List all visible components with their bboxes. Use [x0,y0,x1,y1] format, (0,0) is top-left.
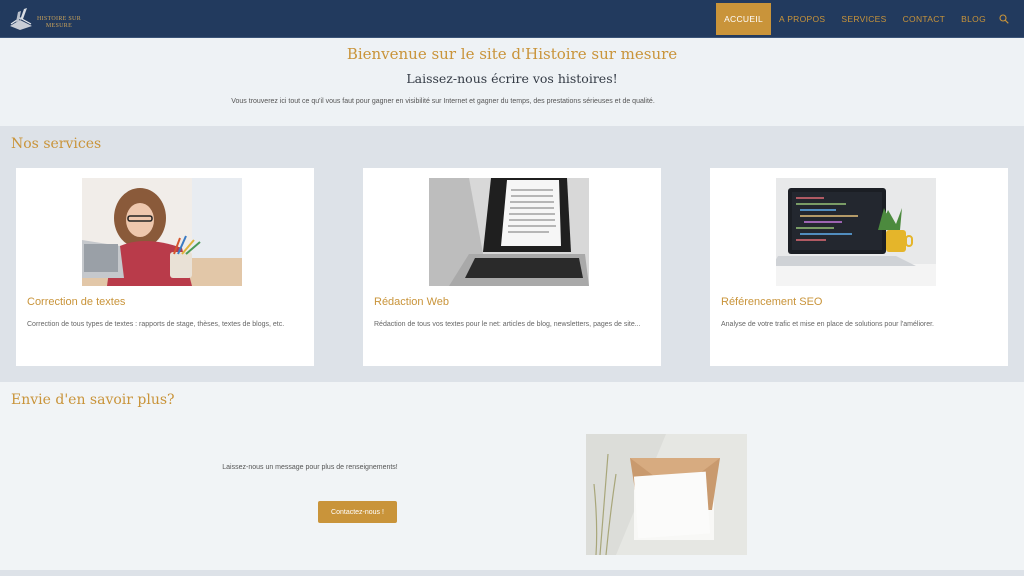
envelope-image [586,434,747,555]
hero-section: Bienvenue sur le site d'Histoire sur mes… [0,38,1024,126]
logo-line-1: HISTOIRE SUR [37,16,81,22]
service-card-title[interactable]: Rédaction Web [374,296,449,308]
menu-item-contact[interactable]: CONTACT [895,3,954,35]
service-card-title[interactable]: Correction de textes [27,296,125,308]
service-card-text: Correction de tous types de textes : rap… [27,321,285,328]
service-card-redaction[interactable]: Rédaction Web Rédaction de tous vos text… [363,168,661,366]
book-quill-logo-icon [10,8,32,30]
services-section: Nos services Correction de textes Correc… [0,126,1024,382]
laptop-code-image [776,178,936,286]
laptop-document-image [429,178,589,286]
woman-writing-image [82,178,242,286]
menu-item-blog[interactable]: BLOG [953,3,994,35]
site-logo[interactable]: HISTOIRE SUR MESURE [8,6,81,32]
service-card-seo[interactable]: Référencement SEO Analyse de votre trafi… [710,168,1008,366]
hero-title: Bienvenue sur le site d'Histoire sur mes… [346,45,678,63]
services-title: Nos services [11,136,102,152]
contact-title: Envie d'en savoir plus? [11,392,175,408]
menu-item-accueil[interactable]: ACCUEIL [716,3,772,35]
contact-text: Laissez-nous un message pour plus de ren… [222,464,398,471]
footer-strip [0,570,1024,576]
service-card-title[interactable]: Référencement SEO [721,296,823,308]
service-card-correction[interactable]: Correction de textes Correction de tous … [16,168,314,366]
logo-text: HISTOIRE SUR MESURE [34,16,84,30]
contact-button[interactable]: Contactez-nous ! [318,501,397,523]
top-navbar: HISTOIRE SUR MESURE ACCUEIL A PROPOS SER… [0,0,1024,38]
service-card-text: Analyse de votre trafic et mise en place… [721,321,935,328]
search-icon[interactable] [994,3,1014,35]
service-card-text: Rédaction de tous vos textes pour le net… [374,321,641,328]
hero-description: Vous trouverez ici tout ce qu'il vous fa… [231,98,655,105]
menu-item-a-propos[interactable]: A PROPOS [771,3,833,35]
menu-item-services[interactable]: SERVICES [833,3,894,35]
hero-subtitle: Laissez-nous écrire vos histoires! [406,71,618,86]
logo-line-2: MESURE [45,23,73,29]
main-menu: ACCUEIL A PROPOS SERVICES CONTACT BLOG [716,3,1014,35]
contact-section: Envie d'en savoir plus? Laissez-nous un … [0,382,1024,570]
